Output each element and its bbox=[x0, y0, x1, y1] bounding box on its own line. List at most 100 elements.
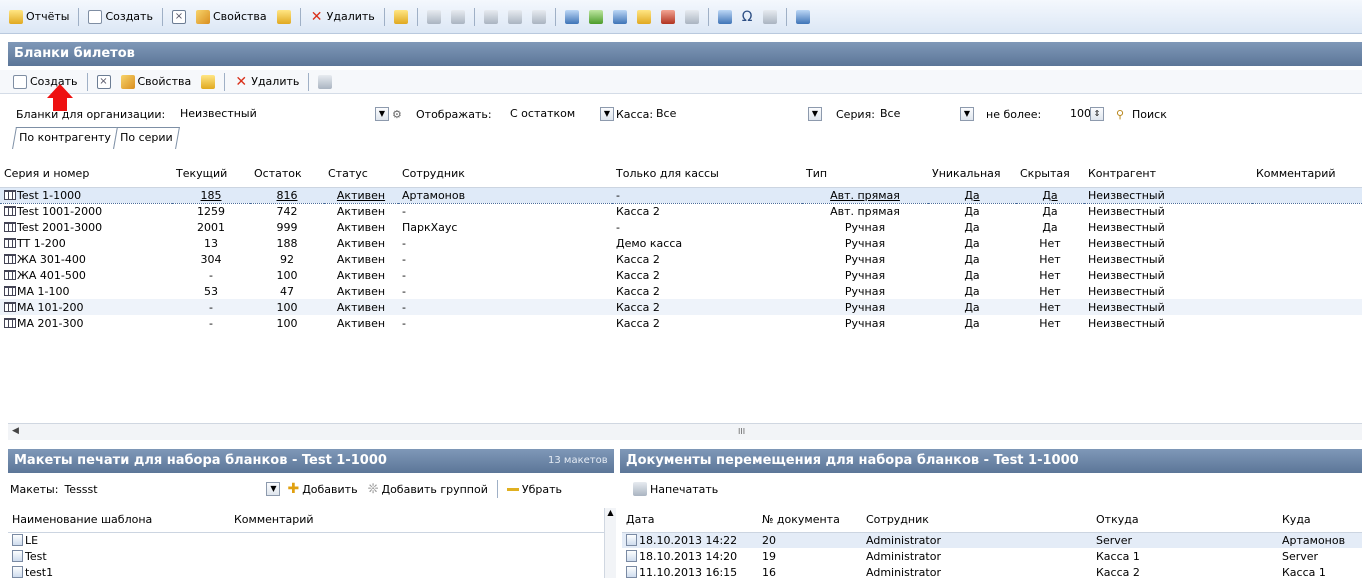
separator bbox=[78, 7, 80, 26]
panel-delete-button[interactable]: ✕ Удалить bbox=[231, 71, 302, 93]
tool-button-2[interactable] bbox=[586, 6, 606, 28]
chevron-down-icon[interactable]: ▼ bbox=[960, 107, 974, 121]
remove-layout-button[interactable]: Убрать bbox=[504, 478, 565, 500]
refresh-button[interactable] bbox=[793, 6, 813, 28]
properties-button[interactable]: Свойства bbox=[193, 6, 270, 28]
panel-folder-button[interactable] bbox=[198, 71, 218, 93]
panel-cancel-button[interactable]: × bbox=[94, 71, 114, 93]
print-documents-button[interactable]: Напечатать bbox=[630, 478, 721, 500]
list-item[interactable]: test1 bbox=[8, 564, 604, 578]
add-layout-button[interactable]: ✚ Добавить bbox=[284, 478, 360, 500]
column-header[interactable]: Только для кассы bbox=[612, 161, 802, 188]
column-header[interactable]: № документа bbox=[758, 508, 862, 533]
tool-button-4[interactable] bbox=[634, 6, 654, 28]
scroll-up-icon[interactable]: ▲ bbox=[607, 508, 613, 517]
table-row[interactable]: ЖА 401-500 - 100 Активен - Касса 2 Ручная Да Нет… bbox=[0, 267, 1362, 283]
chevron-down-icon[interactable]: ▼ bbox=[266, 482, 281, 496]
delete-button[interactable]: ✕ Удалить bbox=[307, 6, 378, 28]
column-header[interactable]: Тип bbox=[802, 161, 928, 188]
limit-stepper[interactable]: 100 bbox=[1068, 105, 1091, 125]
table-row[interactable]: ЖА 301-400 304 92 Активен - Касса 2 Ручная Да Не… bbox=[0, 251, 1362, 267]
preview-button[interactable] bbox=[424, 6, 444, 28]
scroll-grip[interactable]: III bbox=[738, 427, 745, 436]
column-header[interactable]: Наименование шаблона bbox=[8, 508, 230, 533]
table-row[interactable]: Test 1001-2000 1259 742 Активен - Касса 2 Авт.… bbox=[0, 203, 1362, 219]
table-cell: Нет bbox=[1016, 299, 1084, 315]
table-row[interactable]: TT 1-200 13 188 Активен - Демо касса Ручная Да Н… bbox=[0, 235, 1362, 251]
cut-button[interactable] bbox=[481, 6, 501, 28]
column-header[interactable]: Контрагент bbox=[1084, 161, 1252, 188]
column-header[interactable]: Статус bbox=[324, 161, 398, 188]
list-item[interactable]: Test bbox=[8, 548, 604, 564]
column-header[interactable]: Сотрудник bbox=[862, 508, 1092, 533]
column-header[interactable]: Комментарий bbox=[230, 508, 604, 533]
tool-button-3[interactable] bbox=[610, 6, 630, 28]
tab-by-counterparty[interactable]: По контрагенту bbox=[12, 127, 118, 149]
tool-button-5[interactable] bbox=[658, 6, 678, 28]
create-button[interactable]: Создать bbox=[85, 6, 156, 28]
column-header[interactable]: Серия и номер bbox=[0, 161, 172, 188]
folder-button[interactable] bbox=[274, 6, 294, 28]
column-header[interactable]: Дата bbox=[622, 508, 758, 533]
printer-icon bbox=[450, 9, 465, 24]
chevron-down-icon[interactable]: ▼ bbox=[808, 107, 822, 121]
column-header[interactable]: Остаток bbox=[250, 161, 324, 188]
table-cell: Нет bbox=[1039, 268, 1061, 282]
table-row[interactable]: Test 2001-3000 2001 999 Активен ПаркХаус - Руч… bbox=[0, 219, 1362, 235]
column-header[interactable]: Откуда bbox=[1092, 508, 1278, 533]
table-cell: Ручная bbox=[802, 299, 928, 315]
reports-button[interactable]: Отчёты bbox=[6, 6, 72, 28]
column-header[interactable]: Комментарий bbox=[1252, 161, 1362, 188]
tab-by-series[interactable]: По серии bbox=[112, 127, 180, 149]
table-cell: - bbox=[402, 268, 406, 282]
omega-button[interactable]: Ω bbox=[739, 6, 756, 28]
layouts-select[interactable]: Tessst bbox=[62, 483, 262, 496]
table-cell: Test 2001-3000 bbox=[0, 219, 172, 235]
chevron-down-icon[interactable]: ▼ bbox=[600, 107, 614, 121]
print-button[interactable] bbox=[448, 6, 468, 28]
column-header[interactable]: Куда bbox=[1278, 508, 1362, 533]
search-button[interactable]: Поиск bbox=[1132, 108, 1167, 121]
table-row[interactable]: МА 101-200-100 Активен - Касса 2 Ручная Да Нет… bbox=[0, 299, 1362, 315]
tool-button-7[interactable] bbox=[715, 6, 735, 28]
column-header[interactable]: Текущий bbox=[172, 161, 250, 188]
org-select[interactable]: Неизвестный bbox=[178, 105, 257, 125]
cashbox-select[interactable]: Все bbox=[654, 105, 676, 125]
table-cell: Неизвестный bbox=[1088, 316, 1165, 330]
table-row[interactable]: 18.10.2013 14:22 20 Administrator Server Арт… bbox=[622, 532, 1362, 548]
column-header[interactable]: Скрытая bbox=[1016, 161, 1084, 188]
tool-button-6[interactable] bbox=[682, 6, 702, 28]
table-row[interactable]: 11.10.2013 16:15 16 Administrator Касса 2 Ка… bbox=[622, 564, 1362, 578]
column-header[interactable]: Уникальная bbox=[928, 161, 1016, 188]
table-cell: Да bbox=[964, 236, 980, 250]
cancel-button[interactable]: × bbox=[169, 6, 189, 28]
panel-expand-button[interactable] bbox=[315, 71, 335, 93]
table-row[interactable]: Test 1-1000 185 816 Активен Артамонов - Авт. п… bbox=[0, 186, 1362, 204]
separator bbox=[383, 7, 385, 26]
table-cell bbox=[1252, 203, 1362, 219]
series-select[interactable]: Все bbox=[878, 105, 900, 125]
column-header[interactable]: Сотрудник bbox=[398, 161, 612, 188]
table-cell: Касса 1 bbox=[1282, 565, 1326, 578]
sort-button[interactable] bbox=[391, 6, 411, 28]
tool-button-8[interactable] bbox=[760, 6, 780, 28]
list-item[interactable]: LE bbox=[8, 532, 604, 548]
table-row[interactable]: МА 1-100 53 47 Активен - Касса 2 Ручная Да Нет Не… bbox=[0, 283, 1362, 299]
scroll-left-icon[interactable]: ◀ bbox=[12, 426, 19, 436]
display-select[interactable]: С остатком bbox=[508, 105, 575, 125]
stepper-arrows-icon[interactable]: ⇕ bbox=[1090, 107, 1104, 121]
table-row[interactable]: 18.10.2013 14:20 19 Administrator Касса 1 Se… bbox=[622, 548, 1362, 564]
table-cell: Неизвестный bbox=[1088, 220, 1165, 234]
table-cell: TT 1-200 bbox=[0, 235, 172, 251]
paste-button[interactable] bbox=[529, 6, 549, 28]
chevron-down-icon[interactable]: ▼ bbox=[375, 107, 389, 121]
add-group-button[interactable]: ❊ Добавить группой bbox=[365, 478, 491, 500]
filter-icon[interactable]: ⚙ bbox=[392, 108, 402, 121]
horizontal-scrollbar[interactable]: ◀ III bbox=[8, 423, 1362, 440]
vertical-scrollbar[interactable]: ▲ bbox=[604, 508, 616, 578]
panel-properties-button[interactable]: Свойства bbox=[118, 71, 195, 93]
table-cell: 2001 bbox=[197, 220, 225, 234]
copy-button[interactable] bbox=[505, 6, 525, 28]
tool-button-1[interactable] bbox=[562, 6, 582, 28]
table-row[interactable]: МА 201-300 - 100 Активен - Касса 2 Ручная Да Нет… bbox=[0, 315, 1362, 331]
